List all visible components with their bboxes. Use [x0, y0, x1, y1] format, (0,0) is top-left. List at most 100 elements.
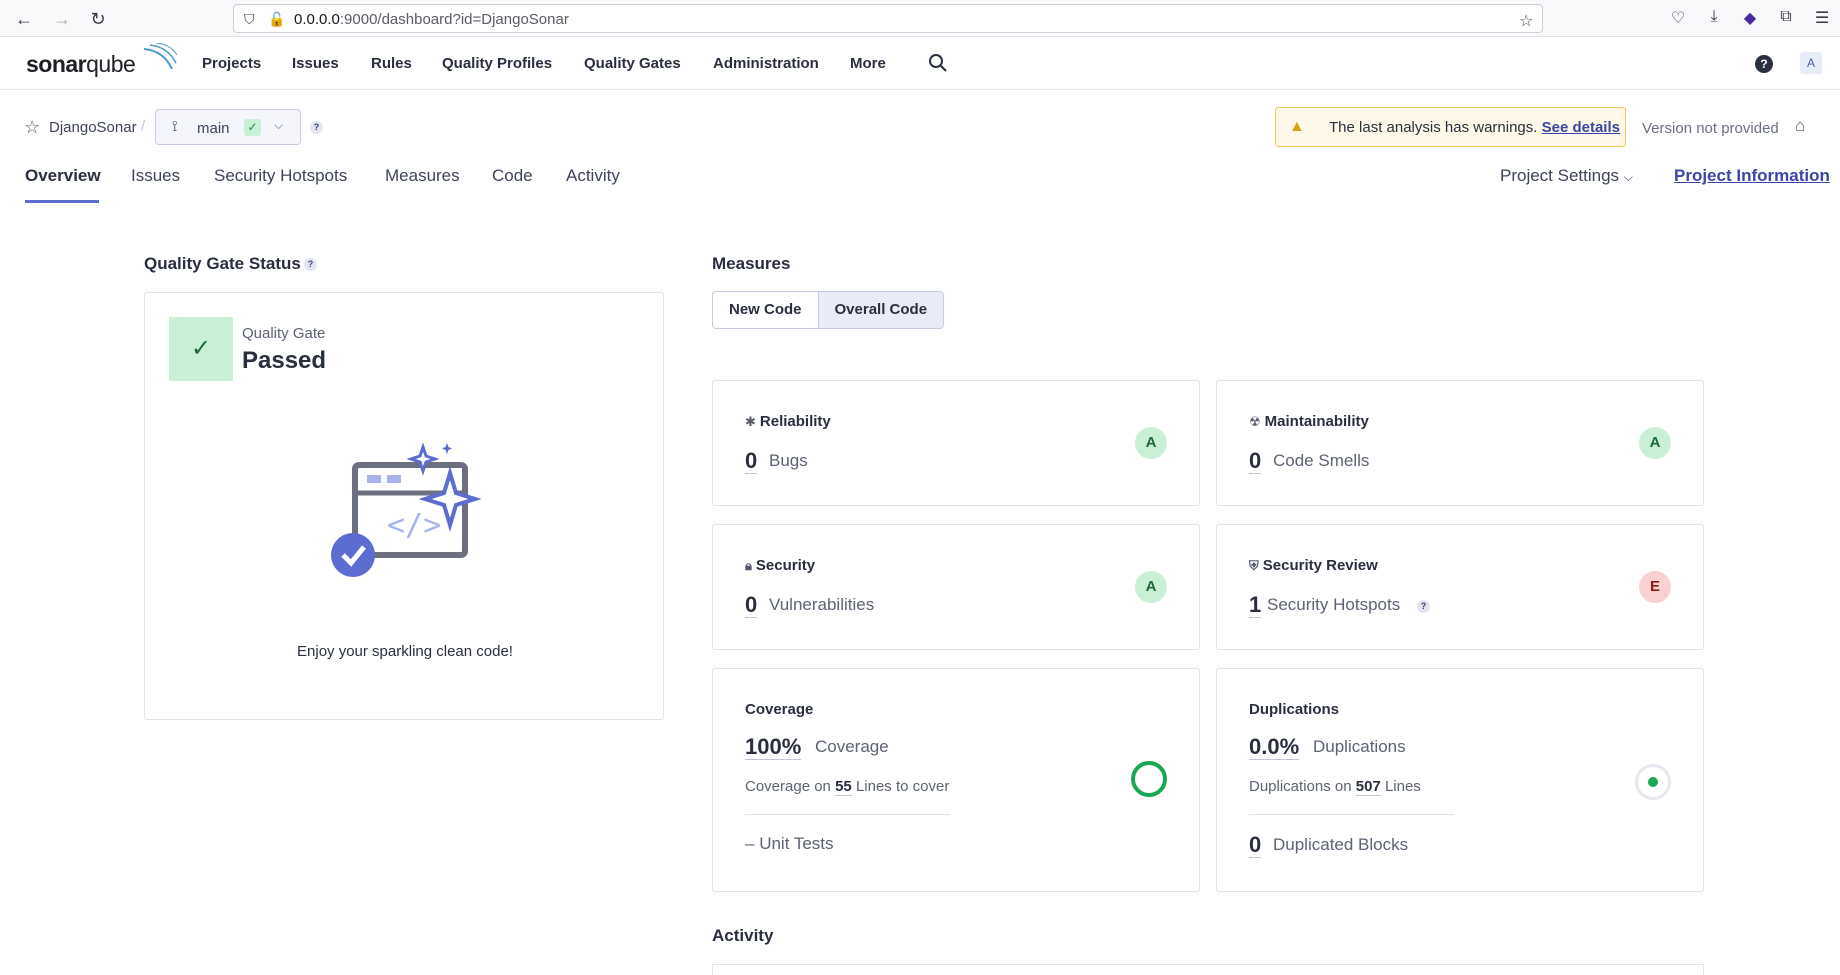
logo-arc-icon — [143, 43, 178, 70]
reliability-title: Reliability — [759, 413, 831, 430]
nav-quality-gates[interactable]: Quality Gates — [584, 55, 681, 72]
unit-tests-value[interactable]: – — [745, 834, 754, 853]
duplications-chart-icon — [1635, 764, 1671, 800]
branch-help-icon[interactable]: ? — [310, 121, 323, 134]
pocket-icon[interactable]: ♡ — [1668, 8, 1688, 28]
branch-name: main — [197, 120, 230, 137]
coverage-label: Coverage — [815, 737, 889, 756]
quality-gate-title: Quality Gate Status — [144, 254, 301, 273]
branch-status-check-icon: ✓ — [244, 119, 261, 136]
security-hotspots-label: Security Hotspots — [1267, 595, 1401, 614]
duplications-title: Duplications — [1249, 701, 1340, 718]
security-rating[interactable]: A — [1135, 571, 1167, 603]
reload-icon[interactable]: ↻ — [86, 7, 110, 31]
avatar[interactable]: A — [1800, 52, 1822, 74]
coverage-chart-icon — [1131, 761, 1167, 797]
tab-security-hotspots[interactable]: Security Hotspots — [214, 166, 347, 186]
code-smells-count[interactable]: 0 — [1249, 449, 1262, 474]
security-card: 🔒︎ Security 0 Vulnerabilities A — [712, 524, 1200, 650]
bugs-label: Bugs — [769, 451, 808, 470]
activity-title: Activity — [712, 926, 774, 945]
sonarqube-logo[interactable]: sonarqube — [26, 43, 178, 78]
coverage-title: Coverage — [745, 701, 814, 718]
duplicated-lines-count[interactable]: 507 — [1355, 778, 1381, 796]
bugs-count[interactable]: 0 — [745, 449, 758, 474]
lock-icon: 🔒︎ — [745, 558, 752, 573]
maintainability-rating[interactable]: A — [1639, 427, 1671, 459]
tab-issues[interactable]: Issues — [131, 166, 180, 186]
coverage-value[interactable]: 100% — [745, 735, 802, 760]
bookmark-star-icon[interactable]: ☆ — [1519, 11, 1533, 31]
quality-gate-help-icon[interactable]: ? — [304, 258, 317, 271]
tab-code[interactable]: Code — [492, 166, 533, 186]
extension-icon[interactable]: ◆ — [1740, 8, 1760, 28]
duplications-lines: Duplications on 507 Lines — [1249, 778, 1421, 796]
overview-main: Quality Gate Status ? ✓ Quality Gate Pas… — [0, 204, 1840, 975]
nav-more[interactable]: More — [850, 55, 886, 72]
sparkling-code-illustration: </> — [331, 443, 482, 577]
puzzle-icon[interactable]: ⧉ — [1776, 8, 1796, 26]
quality-gate-status: Passed — [242, 347, 327, 374]
tab-activity[interactable]: Activity — [566, 166, 620, 186]
forward-icon[interactable]: → — [50, 7, 74, 31]
search-icon[interactable] — [928, 53, 948, 73]
help-icon[interactable]: ? — [1755, 55, 1773, 73]
measures-title: Measures — [712, 254, 791, 273]
project-name-link[interactable]: DjangoSonar — [49, 119, 137, 136]
nav-quality-profiles[interactable]: Quality Profiles — [442, 55, 552, 72]
duplicated-blocks-count[interactable]: 0 — [1249, 833, 1262, 858]
nav-issues[interactable]: Issues — [292, 55, 339, 72]
menu-icon[interactable]: ☰ — [1812, 8, 1832, 28]
quality-gate-label: Quality Gate — [242, 325, 326, 342]
maintainability-title: Maintainability — [1264, 413, 1369, 430]
security-review-rating[interactable]: E — [1639, 571, 1671, 603]
code-smell-icon: ☢ — [1249, 414, 1261, 429]
favorite-star-icon[interactable]: ☆ — [24, 117, 40, 138]
tab-measures[interactable]: Measures — [385, 166, 460, 186]
address-bar[interactable]: ⛉ 🔓 0.0.0.0:9000/dashboard?id=DjangoSona… — [233, 4, 1543, 33]
branch-icon: ⟟ — [172, 118, 178, 135]
coverage-card: Coverage 100% Coverage Coverage on 55 Li… — [712, 668, 1200, 892]
bug-icon: ✱ — [745, 414, 756, 429]
new-code-toggle[interactable]: New Code — [713, 292, 818, 328]
warning-text: The last analysis has warnings. — [1329, 119, 1538, 136]
activity-card — [712, 964, 1704, 975]
lock-icon[interactable]: 🔓 — [268, 11, 285, 28]
duplicated-blocks-label: Duplicated Blocks — [1273, 835, 1409, 854]
see-details-link[interactable]: See details — [1542, 119, 1620, 136]
vulnerabilities-count[interactable]: 0 — [745, 593, 758, 618]
code-period-toggle: New Code Overall Code — [712, 291, 945, 329]
nav-projects[interactable]: Projects — [202, 55, 261, 72]
divider — [745, 814, 950, 815]
shield-icon[interactable]: ⛉ — [244, 11, 255, 28]
url-text: 0.0.0.0:9000/dashboard?id=DjangoSonar — [294, 11, 569, 28]
divider — [1249, 814, 1454, 815]
warning-icon: ▲ — [1289, 118, 1305, 135]
project-information-link[interactable]: Project Information — [1674, 166, 1830, 186]
version-label: Version not provided — [1642, 120, 1779, 137]
nav-administration[interactable]: Administration — [713, 55, 819, 72]
security-hotspots-count[interactable]: 1 — [1249, 593, 1262, 618]
tab-overview[interactable]: Overview — [25, 166, 101, 186]
home-icon[interactable]: ⌂ — [1795, 116, 1805, 136]
code-smells-label: Code Smells — [1273, 451, 1370, 470]
svg-text:</>: </> — [387, 508, 441, 543]
lines-to-cover-count[interactable]: 55 — [835, 778, 852, 796]
nav-rules[interactable]: Rules — [371, 55, 412, 72]
duplications-label: Duplications — [1313, 737, 1406, 756]
maintainability-card: ☢ Maintainability 0 Code Smells A — [1216, 380, 1704, 506]
passed-check-icon: ✓ — [169, 317, 233, 381]
download-icon[interactable]: ⤓ — [1704, 8, 1724, 26]
duplications-value[interactable]: 0.0% — [1249, 735, 1300, 760]
coverage-lines: Coverage on 55 Lines to cover — [745, 778, 950, 796]
back-icon[interactable]: ← — [12, 7, 36, 31]
security-hotspots-help-icon[interactable]: ? — [1417, 600, 1430, 613]
project-header: ☆ DjangoSonar / ⟟ main ✓ ⌵ ? ▲ The last … — [0, 90, 1840, 204]
reliability-rating[interactable]: A — [1135, 427, 1167, 459]
security-review-card: ⛨ Security Review 1 Security Hotspots ? E — [1216, 524, 1704, 650]
branch-selector[interactable]: ⟟ main ✓ ⌵ — [155, 109, 301, 145]
overall-code-toggle[interactable]: Overall Code — [817, 292, 944, 328]
project-settings-menu[interactable]: Project Settings ⌵ — [1500, 166, 1633, 186]
vulnerabilities-label: Vulnerabilities — [769, 595, 875, 614]
duplications-card: Duplications 0.0% Duplications Duplicati… — [1216, 668, 1704, 892]
